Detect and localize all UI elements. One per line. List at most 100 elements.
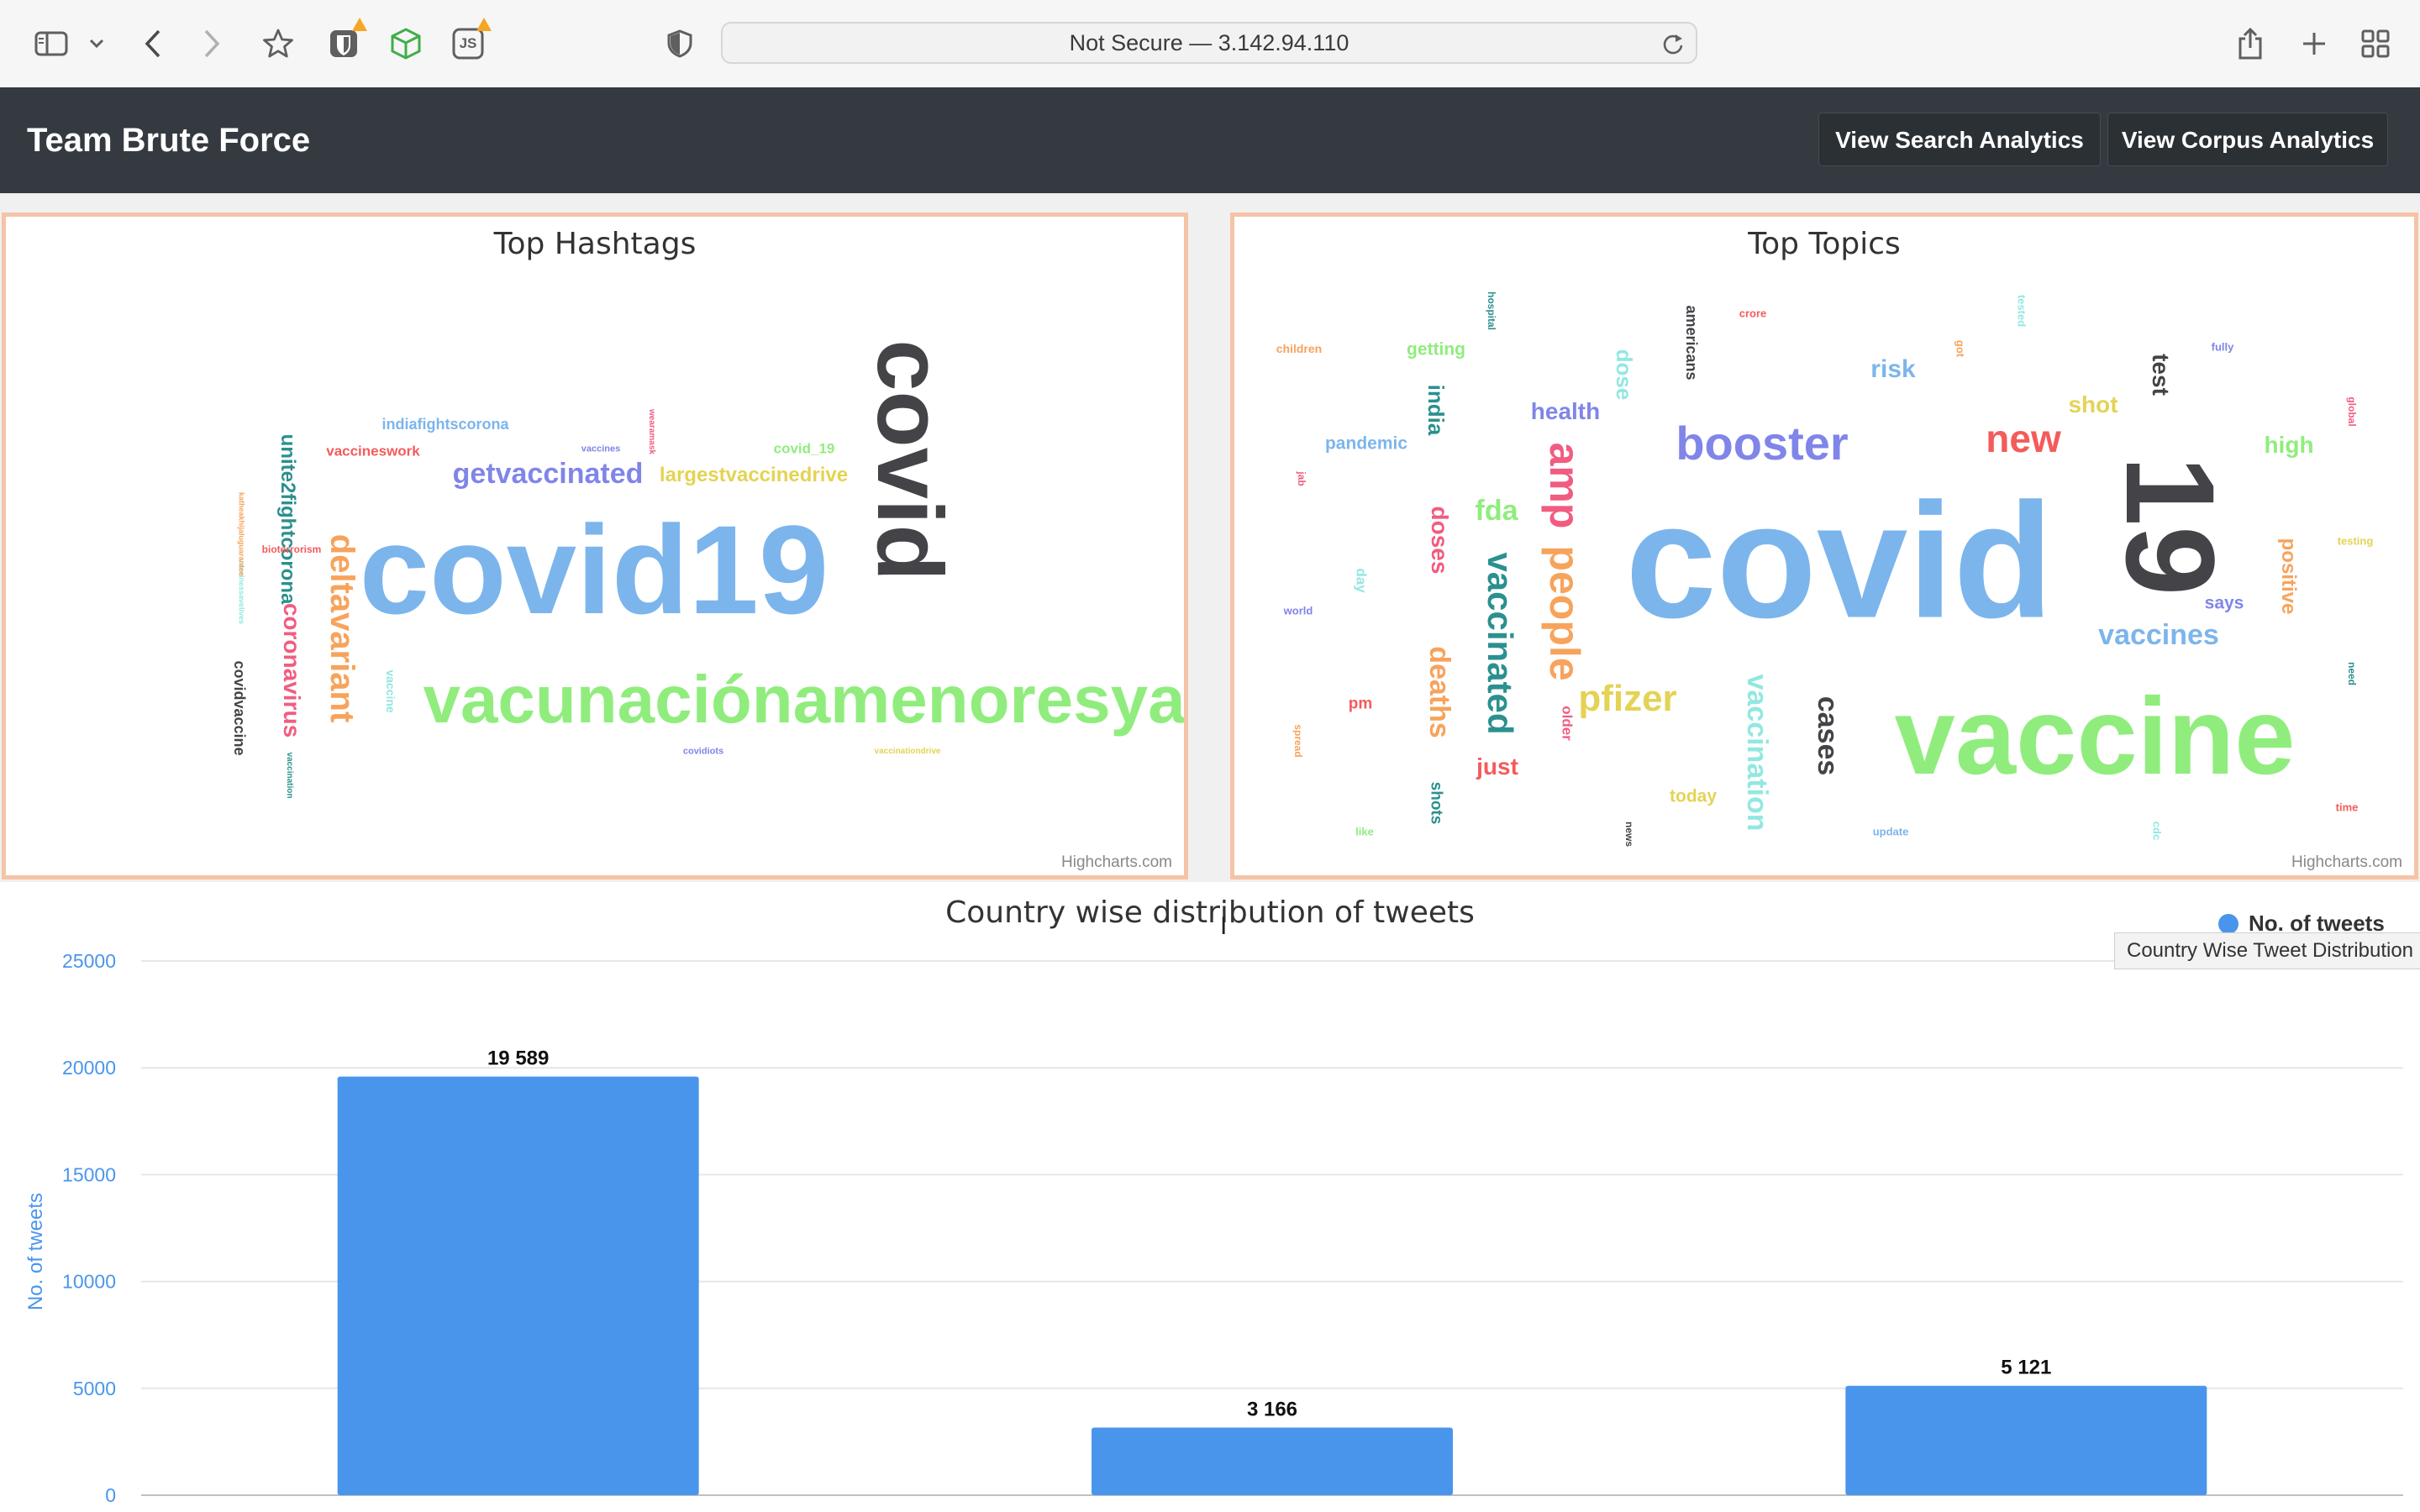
topic-word[interactable]: world bbox=[1284, 606, 1313, 617]
hashtag-word[interactable]: vacunaciónamenoresya bbox=[423, 666, 1184, 733]
topic-word[interactable]: deaths bbox=[1423, 646, 1455, 738]
y-tick-label: 25000 bbox=[62, 950, 116, 972]
reload-icon[interactable] bbox=[1662, 32, 1684, 55]
topic-word[interactable]: pfizer bbox=[1578, 680, 1676, 717]
topic-word[interactable]: shot bbox=[2068, 393, 2118, 417]
brand-title[interactable]: Team Brute Force bbox=[27, 87, 310, 193]
bar-data-label: 3 166 bbox=[1247, 1398, 1297, 1420]
hashtag-word[interactable]: covidiots bbox=[683, 747, 723, 757]
hashtag-word[interactable]: coronavirus bbox=[279, 603, 305, 738]
topic-word[interactable]: health bbox=[1531, 400, 1600, 423]
topic-word[interactable]: got bbox=[1954, 340, 1967, 357]
bar[interactable] bbox=[1845, 1385, 2207, 1495]
topic-word[interactable]: india bbox=[1423, 385, 1449, 436]
topic-word[interactable]: testing bbox=[2338, 536, 2374, 547]
topic-word[interactable]: high bbox=[2264, 433, 2313, 457]
back-icon[interactable] bbox=[139, 22, 166, 66]
bookmark-star-icon[interactable] bbox=[260, 22, 296, 66]
top-hashtags-title: Top Hashtags bbox=[493, 227, 697, 261]
topic-word[interactable]: global bbox=[2346, 396, 2358, 426]
topic-word[interactable]: like bbox=[1355, 827, 1374, 837]
view-corpus-analytics-button[interactable]: View Corpus Analytics bbox=[2107, 113, 2388, 166]
top-topics-panel: Top Topics Highcharts.com covid vaccine 19… bbox=[1230, 213, 2418, 879]
highcharts-credit[interactable]: Highcharts.com bbox=[2291, 853, 2402, 872]
share-icon[interactable] bbox=[2233, 22, 2267, 66]
topic-word[interactable]: dose bbox=[1612, 349, 1637, 401]
topic-word[interactable]: test bbox=[2148, 354, 2174, 396]
hashtag-word[interactable]: covid bbox=[858, 339, 961, 580]
topic-word[interactable]: older bbox=[1560, 706, 1576, 741]
topic-word[interactable]: doses bbox=[1427, 507, 1453, 575]
hashtag-word[interactable]: deltavariant bbox=[324, 534, 360, 723]
y-tick-label: 5000 bbox=[73, 1378, 116, 1399]
topic-word[interactable]: children bbox=[1276, 343, 1322, 354]
topic-word[interactable]: positive bbox=[2277, 538, 2300, 615]
topic-word[interactable]: pm bbox=[1349, 696, 1373, 712]
topic-word[interactable]: americans bbox=[1683, 305, 1700, 380]
topic-word[interactable]: tested bbox=[2016, 295, 2028, 327]
forward-icon[interactable] bbox=[198, 22, 225, 66]
topic-word[interactable]: need bbox=[2346, 662, 2358, 685]
topic-word[interactable]: new bbox=[1986, 419, 2060, 458]
hashtag-word[interactable]: covid19 bbox=[360, 507, 829, 633]
topic-word[interactable]: just bbox=[1476, 755, 1518, 779]
chevron-down-icon[interactable] bbox=[84, 22, 109, 66]
topic-word[interactable]: cases bbox=[1812, 696, 1844, 776]
hashtag-word[interactable]: vaccinationdrive bbox=[875, 748, 941, 756]
topic-word[interactable]: vaccines bbox=[2098, 621, 2219, 649]
hashtag-word[interactable]: wearamask bbox=[647, 409, 656, 454]
url-text: Not Secure — 3.142.94.110 bbox=[1069, 30, 1349, 55]
address-bar[interactable]: Not Secure — 3.142.94.110 bbox=[721, 22, 1697, 64]
view-search-analytics-button[interactable]: View Search Analytics bbox=[1818, 113, 2101, 166]
y-tick-label: 20000 bbox=[62, 1057, 116, 1079]
new-tab-icon[interactable] bbox=[2297, 22, 2331, 66]
topic-word[interactable]: covid bbox=[1625, 479, 2053, 643]
topic-word[interactable]: jab bbox=[1296, 471, 1307, 486]
hashtag-word[interactable]: largestvaccinedrive bbox=[660, 465, 848, 486]
hashtag-word[interactable]: katheakhijaluguarantee bbox=[238, 492, 246, 576]
tab-overview-icon[interactable] bbox=[2358, 22, 2393, 66]
hashtag-word[interactable]: getvaccinated bbox=[453, 459, 644, 488]
topic-word[interactable]: time bbox=[2336, 802, 2359, 813]
topic-word[interactable]: news bbox=[1623, 822, 1635, 847]
hashtag-word[interactable]: vaccine bbox=[384, 669, 397, 712]
topic-word[interactable]: cdc bbox=[2151, 822, 2164, 840]
topic-word[interactable]: 19 bbox=[2100, 456, 2241, 596]
hashtag-word[interactable]: indiafightscorona bbox=[381, 417, 508, 432]
bar-data-label: 5 121 bbox=[2001, 1357, 2051, 1379]
sidebar-icon[interactable] bbox=[32, 22, 71, 66]
topic-word[interactable]: fda bbox=[1476, 496, 1518, 525]
topic-word[interactable]: risk bbox=[1870, 357, 1915, 382]
bar[interactable] bbox=[1092, 1427, 1453, 1495]
topic-word[interactable]: fully bbox=[2212, 342, 2234, 353]
hashtag-word[interactable]: vaccineswork bbox=[326, 444, 420, 459]
hashtag-word[interactable]: covid_19 bbox=[774, 442, 835, 456]
bar[interactable] bbox=[337, 1076, 699, 1495]
topic-word[interactable]: shots bbox=[1428, 782, 1445, 825]
topic-word[interactable]: getting bbox=[1407, 341, 1465, 359]
topic-word[interactable]: today bbox=[1670, 788, 1717, 806]
topic-word[interactable]: pandemic bbox=[1325, 435, 1407, 453]
hashtag-word[interactable]: vaccination bbox=[285, 752, 294, 798]
topic-word[interactable]: vaccine bbox=[1894, 681, 2295, 790]
topic-word[interactable]: booster bbox=[1676, 420, 1848, 467]
cube-extension-icon[interactable] bbox=[388, 22, 424, 66]
topic-word[interactable]: hospital bbox=[1486, 291, 1497, 330]
js-extension-icon[interactable]: JS bbox=[450, 18, 492, 66]
hashtag-word[interactable]: unite2fightcorona bbox=[276, 434, 299, 605]
topic-word[interactable]: vaccinated bbox=[1481, 552, 1520, 734]
topic-word[interactable]: says bbox=[2205, 595, 2244, 612]
highcharts-credit[interactable]: Highcharts.com bbox=[1061, 853, 1172, 872]
privacy-shield-icon[interactable] bbox=[666, 22, 694, 66]
topic-word[interactable]: people bbox=[1541, 545, 1588, 680]
topic-word[interactable]: day bbox=[1354, 568, 1370, 592]
hashtag-word[interactable]: covidvaccine bbox=[231, 660, 248, 755]
bitwarden-icon[interactable] bbox=[326, 18, 367, 66]
topic-word[interactable]: amp bbox=[1541, 443, 1588, 529]
topic-word[interactable]: update bbox=[1873, 827, 1909, 837]
topic-word[interactable]: spread bbox=[1292, 724, 1304, 757]
hashtag-word[interactable]: bioterrorism bbox=[262, 544, 322, 554]
topic-word[interactable]: vaccination bbox=[1741, 674, 1773, 831]
topic-word[interactable]: crore bbox=[1739, 308, 1767, 319]
hashtag-word[interactable]: vaccines bbox=[581, 444, 620, 454]
